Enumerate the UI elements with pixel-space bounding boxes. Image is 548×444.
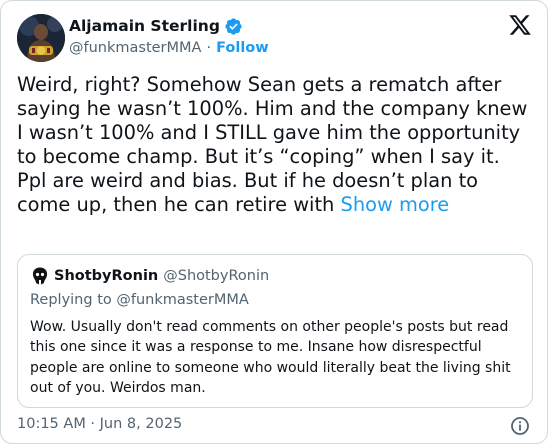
- show-more-link[interactable]: Show more: [341, 193, 450, 216]
- info-icon[interactable]: [510, 416, 530, 436]
- tweet-embed-card: Aljamain Sterling @funkmasterMMA · Follo…: [0, 0, 548, 444]
- author-name[interactable]: Aljamain Sterling: [69, 17, 220, 35]
- x-logo-icon[interactable]: [508, 13, 532, 37]
- quote-author-handle[interactable]: @ShotbyRonin: [163, 268, 269, 284]
- tweet-body: Weird, right? Somehow Sean gets a rematc…: [17, 73, 533, 217]
- follow-button[interactable]: Follow: [216, 40, 269, 56]
- replying-to-label: Replying to @funkmasterMMA: [30, 292, 249, 308]
- verified-badge-icon: [224, 17, 243, 36]
- author-avatar[interactable]: [17, 14, 65, 62]
- quote-author-avatar[interactable]: [30, 266, 50, 286]
- separator-dot: ·: [206, 40, 212, 56]
- quote-text: Wow. Usually don't read comments on othe…: [30, 319, 511, 396]
- tweet-timestamp[interactable]: 10:15 AM · Jun 8, 2025: [17, 416, 182, 432]
- quoted-tweet[interactable]: ShotbyRonin @ShotbyRonin Replying to @fu…: [17, 254, 533, 408]
- author-handle[interactable]: @funkmasterMMA: [69, 40, 201, 56]
- author-block: Aljamain Sterling @funkmasterMMA · Follo…: [69, 15, 269, 59]
- tweet-text: Weird, right? Somehow Sean gets a rematc…: [17, 73, 528, 216]
- quote-author-name[interactable]: ShotbyRonin: [54, 268, 158, 284]
